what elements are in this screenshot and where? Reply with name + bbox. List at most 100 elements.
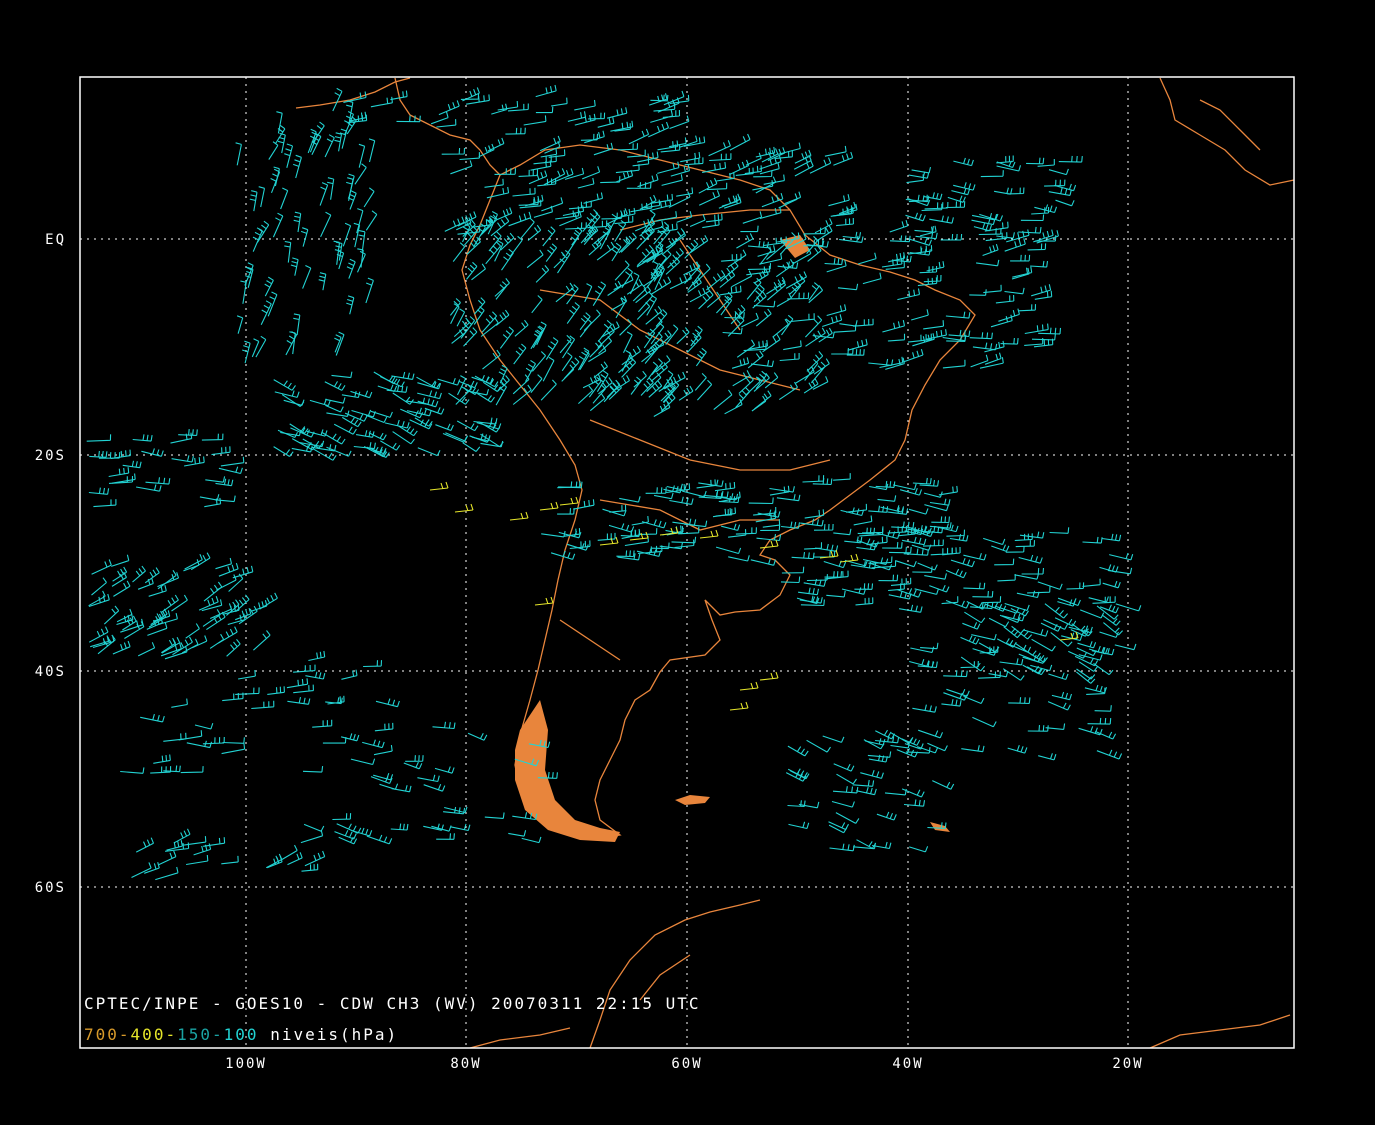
wind-barb-icon <box>423 783 446 792</box>
wind-barb-icon <box>574 99 596 111</box>
wind-barb-icon <box>255 335 267 358</box>
wind-barb-icon <box>729 133 751 151</box>
wind-barb-icon <box>542 356 555 382</box>
wind-barb-icon <box>631 516 649 526</box>
wind-barb-icon <box>963 553 987 561</box>
wind-barb-icon <box>1057 599 1076 607</box>
wind-barb-icon <box>518 169 539 177</box>
wind-barb-icon <box>1044 603 1069 619</box>
wind-barb-icon <box>653 401 671 417</box>
wind-barb-icon <box>205 476 226 483</box>
wind-barb-icon <box>218 466 243 475</box>
wind-barb-icon <box>676 187 694 197</box>
wind-barb-icon <box>903 799 926 807</box>
wind-barb-icon <box>1103 622 1124 636</box>
wind-barb-icon <box>857 252 877 265</box>
wind-barb-icon <box>137 577 154 590</box>
wind-barb-icon <box>776 494 801 502</box>
wind-barb-icon <box>917 562 938 571</box>
wind-barb-icon <box>444 216 465 232</box>
wind-barb-icon <box>459 152 480 161</box>
wind-barb-icon <box>597 532 616 541</box>
wind-barb-icon <box>363 187 375 208</box>
wind-barb-icon <box>274 390 300 398</box>
wind-barb-icon <box>1021 567 1045 575</box>
wind-barb-icon <box>908 508 929 515</box>
wind-barb-icon <box>648 121 670 138</box>
wind-barb-icon <box>980 170 1004 178</box>
wind-barb-icon <box>720 295 733 316</box>
wind-barb-icon <box>363 660 383 668</box>
wind-barb-icon <box>132 565 146 583</box>
wind-barb-icon <box>450 823 471 832</box>
wind-barb-icon <box>783 340 802 351</box>
wind-barb-icon <box>914 226 934 233</box>
wind-barb-icon <box>1007 745 1028 754</box>
wind-barb-icon <box>844 536 863 544</box>
wind-barb-icon <box>258 186 266 208</box>
wind-barb-icon <box>293 154 302 179</box>
wind-barb-icon <box>1093 662 1114 676</box>
wind-barb-icon <box>1031 638 1056 652</box>
wind-barb-icon <box>854 583 874 590</box>
wind-barb-icon <box>831 347 854 355</box>
wind-barb-icon <box>994 187 1013 195</box>
wind-barb-icon <box>512 374 530 395</box>
levels-suffix: niveis(hPa) <box>270 1025 398 1044</box>
wind-barb-icon <box>708 140 731 157</box>
wind-barb-icon <box>467 732 488 741</box>
wind-barb-icon <box>962 622 981 630</box>
wind-barb-icon <box>917 746 939 754</box>
wind-barb-icon <box>319 182 329 206</box>
wind-barb-icon <box>964 611 986 624</box>
wind-barb-icon <box>833 473 851 481</box>
wind-barb-icon <box>373 371 398 385</box>
lon-label-60w: 60W <box>671 1056 702 1072</box>
wind-barb-icon <box>526 249 544 269</box>
wind-barb-icon <box>807 245 822 262</box>
map-canvas: EQ 20S 40S 60S 100W 80W 60W 40W 20W CPTE… <box>35 76 1295 1072</box>
wind-barb-icon <box>829 843 855 852</box>
lon-label-80w: 80W <box>450 1056 481 1072</box>
wind-barb-icon <box>1078 726 1103 736</box>
wind-barb-icon <box>698 177 718 194</box>
wind-barb-icon <box>308 650 326 662</box>
wind-barb-icon <box>553 251 566 269</box>
wind-barb-icon <box>160 642 182 657</box>
wind-barb-icon <box>362 739 385 749</box>
wind-barb-icon <box>911 309 929 321</box>
wind-barb-icon <box>346 177 354 201</box>
wind-barb-icon <box>720 285 742 296</box>
wind-barb-icon <box>112 640 131 655</box>
wind-barb-icon <box>304 850 326 867</box>
wind-barb-icon <box>719 270 736 288</box>
wind-barb-icon <box>735 167 754 176</box>
map-frame <box>79 76 1295 1049</box>
wind-barb-icon <box>264 276 274 297</box>
wind-barb-icon <box>918 729 944 739</box>
wind-barb-icon <box>113 580 131 597</box>
wind-barb-icon <box>787 745 809 757</box>
graticule <box>80 77 1294 1048</box>
wind-barb-icon <box>434 766 455 774</box>
wind-barb-icon <box>390 823 409 831</box>
wind-barb-icon <box>145 477 171 485</box>
wind-barb-icon <box>963 582 986 590</box>
wind-barb-icon <box>868 505 889 513</box>
wind-barb-icon <box>160 637 176 654</box>
wind-barb-icon <box>976 259 1000 267</box>
wind-barb-icon <box>122 460 142 469</box>
wind-barb-icon <box>729 159 750 176</box>
wind-barb-icon <box>201 433 224 441</box>
wind-barb-icon <box>837 283 859 291</box>
wind-barb-icon <box>559 496 579 506</box>
wind-barb-icon <box>366 834 393 845</box>
wind-barb-icon <box>392 392 414 405</box>
wind-barb-icon <box>365 210 378 231</box>
wind-barb-icon <box>535 265 550 283</box>
wind-barb-icon <box>429 481 449 491</box>
wind-barb-icon <box>1027 243 1047 251</box>
central-america-coast <box>295 77 501 176</box>
wind-barb-icon <box>457 375 467 396</box>
wind-barb-icon <box>1094 730 1117 740</box>
